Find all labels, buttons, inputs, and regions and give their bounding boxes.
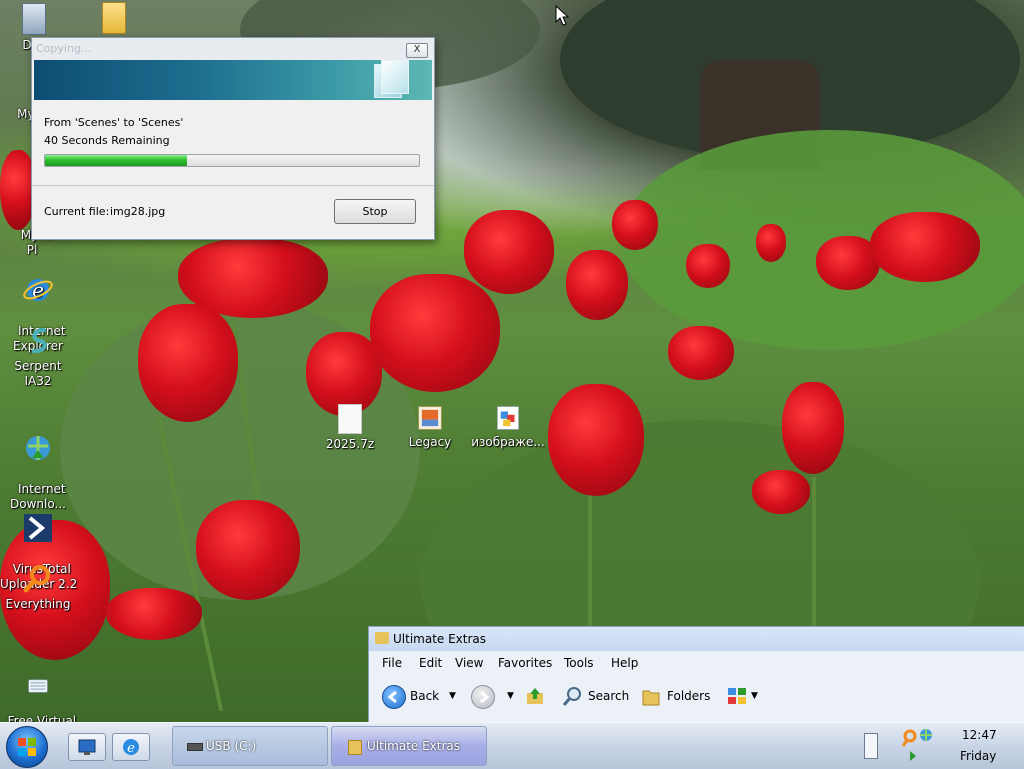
virustotal-icon [24, 514, 52, 542]
up-folder-icon[interactable] [525, 685, 545, 707]
explorer-toolbar: Back ▼ ▼ Search Folders ▼ [369, 677, 1024, 715]
document-icon [381, 60, 409, 94]
folder-icon [348, 740, 362, 755]
menu-favorites[interactable]: Favorites [498, 656, 552, 670]
dialog-title: Copying... [36, 42, 92, 55]
explorer-window: Ultimate Extras File Edit View Favorites… [368, 626, 1024, 724]
forward-dropdown-icon[interactable]: ▼ [507, 685, 514, 707]
explorer-title-bar[interactable]: Ultimate Extras [369, 627, 1024, 651]
taskbar-button-usb[interactable]: USB (C:) [172, 726, 328, 766]
documents-icon [22, 3, 46, 35]
desktop-icon-image[interactable]: изображе... [470, 404, 546, 450]
device-icon[interactable] [864, 733, 878, 759]
menu-tools[interactable]: Tools [564, 656, 594, 670]
dialog-title-bar[interactable]: Copying... X [32, 38, 434, 60]
menu-file[interactable]: File [382, 656, 402, 670]
close-button[interactable]: X [406, 43, 428, 58]
back-arrow-icon[interactable] [382, 685, 406, 709]
windows-logo-icon [18, 738, 36, 756]
clock-time[interactable]: 12:47 [962, 728, 997, 742]
taskbar: e USB (C:) Ultimate Extras 12:47 Friday [0, 722, 1024, 769]
network-status-icon[interactable] [900, 725, 936, 765]
mouse-cursor-icon [555, 5, 569, 26]
clock-day[interactable]: Friday [960, 749, 996, 763]
menu-bar: File Edit View Favorites Tools Help [369, 652, 1024, 674]
desktop-icon-serpent[interactable]: Serpent IA32 [0, 324, 76, 389]
copy-progress-dialog: Copying... X From 'Scenes' to 'Scenes' 4… [31, 37, 435, 240]
copy-source-destination: From 'Scenes' to 'Scenes' [44, 116, 184, 129]
taskbar-button-label: USB (C:) [206, 739, 257, 753]
show-desktop-icon [78, 739, 96, 755]
current-file-name: img28.jpg [110, 205, 166, 218]
file-icon [338, 404, 362, 434]
tray-icons [900, 725, 936, 765]
progress-fill [45, 155, 188, 166]
views-dropdown-icon[interactable]: ▼ [751, 685, 758, 707]
explorer-title: Ultimate Extras [393, 632, 487, 646]
taskbar-button-ultimate-extras[interactable]: Ultimate Extras [331, 726, 487, 766]
serpent-icon [32, 328, 47, 354]
copy-animation-banner [34, 60, 432, 100]
current-file-label: Current file: [44, 205, 110, 218]
copy-progress-bar [44, 154, 420, 167]
folders-button[interactable]: Folders [667, 685, 710, 707]
desktop-icon-legacy[interactable]: Legacy [392, 404, 468, 450]
back-dropdown-icon[interactable]: ▼ [449, 685, 456, 707]
picture-file-icon [497, 406, 519, 430]
internet-explorer-icon: e [123, 739, 139, 756]
search-icon[interactable] [561, 685, 583, 707]
taskbar-button-label: Ultimate Extras [367, 739, 461, 753]
folder-icon [375, 632, 389, 644]
desktop-icon-2025-7z[interactable]: 2025.7z [312, 404, 388, 452]
folders-icon[interactable] [641, 685, 661, 707]
quicklaunch-show-desktop[interactable] [68, 733, 106, 761]
desktop-icon-everything[interactable]: Everything [0, 562, 76, 612]
menu-help[interactable]: Help [611, 656, 638, 670]
time-remaining: 40 Seconds Remaining [44, 134, 170, 147]
keyboard-icon [28, 679, 48, 693]
image-file-icon [418, 406, 442, 430]
svg-text:e: e [127, 741, 135, 756]
system-tray [858, 723, 1024, 769]
menu-view[interactable]: View [455, 656, 483, 670]
drive-icon [187, 743, 203, 751]
desktop-icon-folder[interactable] [76, 2, 152, 37]
forward-arrow-icon[interactable] [471, 685, 495, 709]
download-globe-icon [26, 436, 50, 460]
folder-icon [102, 2, 126, 34]
internet-explorer-icon: e [23, 278, 53, 302]
magnifier-icon [23, 565, 50, 593]
search-button[interactable]: Search [588, 685, 629, 707]
views-icon[interactable] [726, 685, 748, 707]
back-button[interactable]: Back [410, 685, 439, 707]
stop-button[interactable]: Stop [334, 199, 416, 224]
menu-edit[interactable]: Edit [419, 656, 442, 670]
start-button[interactable] [6, 726, 48, 768]
divider [32, 185, 434, 186]
quicklaunch-internet-explorer[interactable]: e [112, 733, 150, 761]
